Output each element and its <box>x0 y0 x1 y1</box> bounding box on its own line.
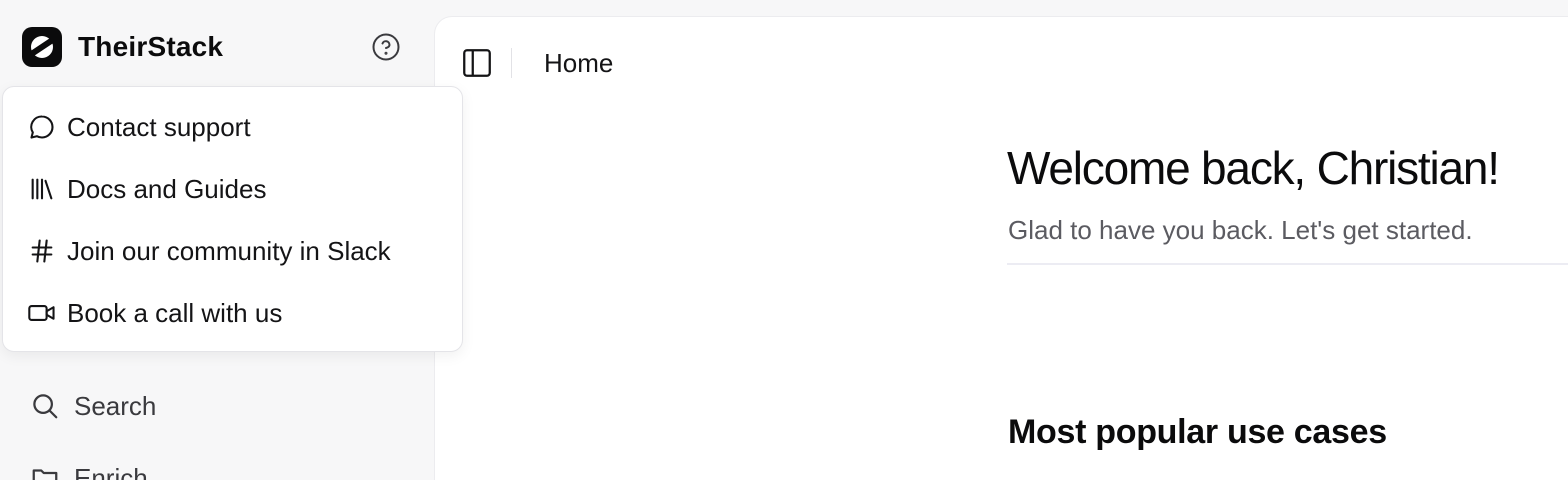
menu-item-label: Join our community in Slack <box>67 235 391 266</box>
video-icon <box>28 305 55 321</box>
menu-item-book-call[interactable]: Book a call with us <box>27 293 282 333</box>
menu-item-contact-support[interactable]: Contact support <box>27 107 251 147</box>
sidebar-item-label: Enrich <box>74 462 148 480</box>
breadcrumb: Home <box>544 47 614 78</box>
sidebar-item-label: Search <box>74 390 157 421</box>
panel-left-icon <box>463 49 491 77</box>
sidebar-item-search[interactable]: Search <box>30 386 156 426</box>
sidebar-item-enrich[interactable]: Enrich <box>30 458 148 480</box>
section-title: Most popular use cases <box>1008 413 1387 451</box>
sidebar-toggle-button[interactable] <box>459 45 495 81</box>
main-panel: Home Welcome back, Christian! Glad to ha… <box>434 16 1568 480</box>
help-circle-icon <box>372 33 400 61</box>
help-button[interactable] <box>370 31 402 63</box>
topbar: Home <box>459 45 613 81</box>
section-divider <box>1007 263 1568 265</box>
search-icon <box>33 394 58 419</box>
welcome-title: Welcome back, Christian! <box>1007 142 1500 194</box>
welcome-subtitle: Glad to have you back. Let's get started… <box>1008 215 1473 245</box>
brand[interactable]: TheirStack <box>22 26 223 68</box>
menu-item-label: Docs and Guides <box>67 173 267 204</box>
message-circle-icon <box>30 115 54 139</box>
app-window: TheirStack Search Enrich Contact support… <box>0 0 1568 480</box>
menu-item-label: Contact support <box>67 111 251 142</box>
menu-item-slack-community[interactable]: Join our community in Slack <box>27 231 391 271</box>
hash-icon <box>31 239 53 263</box>
library-icon <box>31 178 53 200</box>
menu-item-label: Book a call with us <box>67 297 283 328</box>
help-dropdown-menu: Contact support Docs and Guides Join our… <box>2 86 463 352</box>
theirstack-logo-icon <box>22 27 62 67</box>
menu-item-docs-guides[interactable]: Docs and Guides <box>27 169 266 209</box>
folder-icon <box>32 469 58 480</box>
topbar-divider <box>511 48 512 78</box>
brand-name: TheirStack <box>78 31 224 62</box>
